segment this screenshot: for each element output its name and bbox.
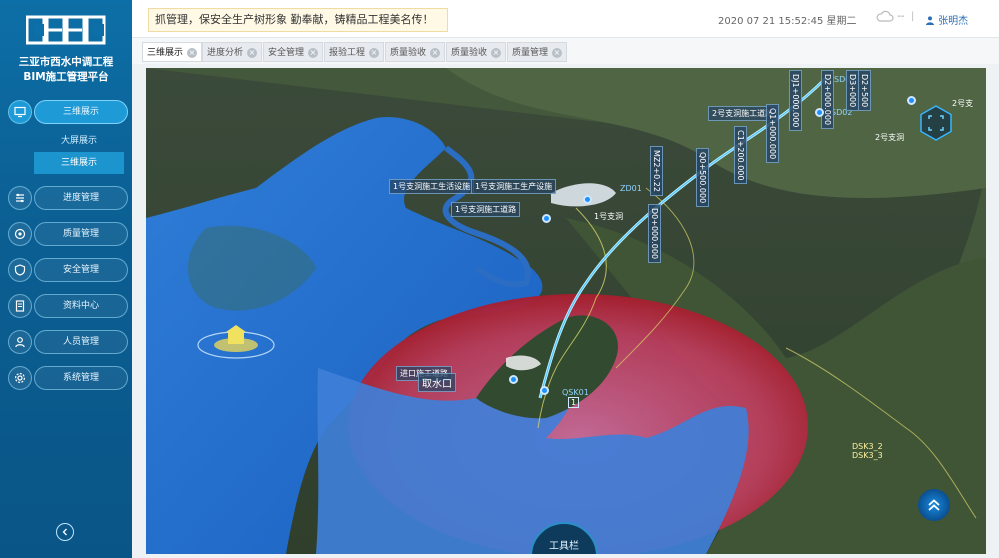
station-s5[interactable]: D0+000.000: [648, 204, 661, 264]
close-icon[interactable]: ×: [552, 48, 563, 58]
user-name: 张明杰: [938, 16, 969, 27]
sidebar-item-documents[interactable]: 资料中心: [4, 294, 128, 318]
tab-label: 质量验收: [390, 48, 427, 58]
sidebar-item-label: 质量管理: [34, 222, 128, 246]
close-icon[interactable]: ×: [247, 48, 258, 58]
3d-map-viewport[interactable]: 2号支洞施工道路 2号支 2号支洞 SD02 SD01 1号支洞施工生活设施 1…: [146, 68, 986, 554]
map-pin[interactable]: [583, 195, 592, 204]
tab-label: 三维展示: [147, 48, 184, 58]
cloud-icon: [876, 10, 894, 22]
sidebar-item-system[interactable]: 系统管理: [4, 366, 128, 390]
system-title: 三亚市西水中调工程 BIM施工管理平台: [0, 55, 132, 85]
close-icon[interactable]: ×: [187, 48, 198, 58]
tab-acceptance-2[interactable]: 质量验收 ×: [446, 42, 507, 62]
shield-icon: [8, 258, 32, 282]
weather: --: [876, 9, 906, 27]
label-tunnel2-right[interactable]: 2号支洞: [875, 132, 904, 143]
label-qsk01[interactable]: QSK01: [562, 388, 589, 397]
label-facility2[interactable]: 1号支洞施工生产设施: [471, 179, 557, 194]
close-icon[interactable]: ×: [308, 48, 319, 58]
close-icon[interactable]: ×: [430, 48, 441, 58]
sidebar-item-label: 安全管理: [34, 258, 128, 282]
label-qsk-box[interactable]: 1: [568, 397, 580, 408]
tab-safety[interactable]: 安全管理 ×: [263, 42, 324, 62]
datetime: 2020 07 21 15:52:45 星期二: [718, 16, 857, 27]
label-tunnel2-left[interactable]: 2号支: [952, 98, 973, 109]
tab-quality[interactable]: 质量管理 ×: [507, 42, 568, 62]
label-intake[interactable]: 取水口: [418, 373, 456, 392]
map-pin[interactable]: [540, 386, 549, 395]
label-facility1[interactable]: 1号支洞施工生活设施: [389, 179, 475, 194]
label-tunnel1[interactable]: 1号支洞: [594, 211, 623, 222]
tab-acceptance[interactable]: 质量验收 ×: [385, 42, 446, 62]
map-pin[interactable]: [509, 375, 518, 384]
document-icon: [8, 294, 32, 318]
station-s6[interactable]: D2+000.000: [821, 70, 834, 130]
system-title-line1: 三亚市西水中调工程: [18, 56, 114, 68]
sidebar-item-label: 进度管理: [34, 186, 128, 210]
chevron-left-icon[interactable]: [56, 523, 74, 541]
sidebar-item-label: 系统管理: [34, 366, 128, 390]
app-logo: [26, 15, 106, 45]
tab-3d-view[interactable]: 三维展示 ×: [142, 42, 203, 62]
close-icon[interactable]: ×: [491, 48, 502, 58]
sidebar-item-safety[interactable]: 安全管理: [4, 258, 128, 282]
tab-label: 安全管理: [268, 48, 305, 58]
map-terrain: [146, 68, 986, 554]
tab-label: 报验工程: [329, 48, 366, 58]
sidebar-item-3d-view[interactable]: 三维展示: [4, 100, 128, 124]
schedule-icon: [8, 186, 32, 210]
fullscreen-icon[interactable]: [917, 104, 955, 142]
label-zd01[interactable]: ZD01: [620, 184, 642, 193]
sidebar-item-label: 三维展示: [34, 100, 128, 124]
close-icon[interactable]: ×: [369, 48, 380, 58]
tab-bar: 三维展示 × 进度分析 × 安全管理 × 报验工程 × 质量验收 × 质量验收 × 质量管理…: [132, 38, 999, 64]
user-avatar-icon: [926, 16, 934, 25]
station-s2[interactable]: Q1+000.000: [766, 104, 779, 164]
user-icon: [8, 330, 32, 354]
sidebar-item-schedule[interactable]: 进度管理: [4, 186, 128, 210]
sidebar-menu: 三维展示 大屏展示 三维展示 进度管理 质量管理 安全管理 资料中心 人员管理 …: [4, 100, 128, 402]
map-pin[interactable]: [542, 214, 551, 223]
map-pin[interactable]: [907, 96, 916, 105]
submenu-item-3d[interactable]: 三维展示: [34, 152, 124, 174]
tab-label: 质量验收: [451, 48, 488, 58]
sidebar: 三亚市西水中调工程 BIM施工管理平台 三维展示 大屏展示 三维展示 进度管理 …: [0, 0, 132, 558]
label-dsk[interactable]: DSK3_2: [852, 442, 883, 451]
tab-inspection[interactable]: 报验工程 ×: [324, 42, 385, 62]
header-separator: |: [911, 11, 915, 22]
station-s7[interactable]: C1+200.000: [734, 126, 747, 185]
label-dsk-sub[interactable]: DSK3_3: [852, 451, 883, 460]
sidebar-item-label: 人员管理: [34, 330, 128, 354]
submenu-item-bigscreen[interactable]: 大屏展示: [34, 130, 124, 152]
station-s1[interactable]: DJ1+000.000: [789, 70, 802, 132]
station-s3[interactable]: MZ2+0.22: [650, 146, 663, 196]
double-chevron-up-icon[interactable]: [918, 489, 950, 521]
station-s9[interactable]: D2+500: [858, 70, 871, 112]
label-road1[interactable]: 1号支洞施工道路: [451, 202, 521, 217]
tab-label: 进度分析: [207, 48, 244, 58]
sidebar-item-label: 资料中心: [34, 294, 128, 318]
top-bar: 抓管理，保安全生产树形象 勤奉献，铸精品工程美名传！ 2020 07 21 15…: [132, 0, 999, 38]
station-s4[interactable]: Q0+500.000: [696, 148, 709, 208]
notice-banner: 抓管理，保安全生产树形象 勤奉献，铸精品工程美名传！: [148, 8, 448, 32]
map-pin[interactable]: [815, 108, 824, 117]
tab-progress[interactable]: 进度分析 ×: [202, 42, 263, 62]
weather-text: --: [897, 11, 905, 22]
quality-icon: [8, 222, 32, 246]
sidebar-item-quality[interactable]: 质量管理: [4, 222, 128, 246]
monitor-icon: [8, 100, 32, 124]
tab-label: 质量管理: [512, 48, 549, 58]
user-menu[interactable]: 张明杰: [925, 12, 968, 27]
sidebar-submenu: 大屏展示 三维展示: [34, 130, 124, 174]
sidebar-item-personnel[interactable]: 人员管理: [4, 330, 128, 354]
gear-icon: [8, 366, 32, 390]
system-title-line2: BIM施工管理平台: [23, 71, 109, 83]
